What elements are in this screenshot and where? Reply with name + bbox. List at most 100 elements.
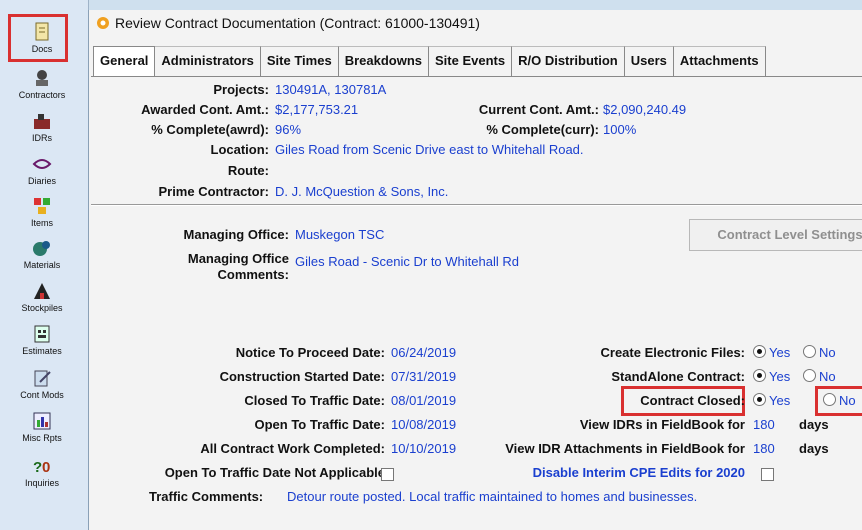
open-traffic-na-checkbox[interactable]: [381, 468, 394, 481]
document-icon: [35, 22, 49, 41]
location-value: Giles Road from Scenic Drive east to Whi…: [275, 142, 584, 157]
view-idrs-label: View IDRs in FieldBook for: [579, 417, 745, 432]
office-comments-label-line2: Comments:: [217, 267, 289, 282]
tab-breakdowns[interactable]: Breakdowns: [338, 46, 429, 76]
diary-icon: [32, 159, 52, 169]
svg-text:0: 0: [42, 459, 50, 476]
pct-complete-curr-label: % Complete(curr):: [486, 122, 599, 137]
traffic-comments-value: Detour route posted. Local traffic maint…: [287, 489, 698, 504]
app-icon: [97, 17, 109, 29]
misc-reports-icon: [33, 412, 51, 430]
sidebar-item-label: Misc Rpts: [22, 433, 62, 443]
create-files-no-label: No: [819, 345, 836, 360]
ntp-date-value: 06/24/2019: [391, 345, 457, 360]
sidebar-item-label: Docs: [31, 44, 53, 54]
contractor-icon: [36, 70, 48, 86]
sidebar-item-docs[interactable]: Docs: [0, 16, 84, 62]
estimates-icon: [34, 325, 50, 343]
standalone-no-label: No: [819, 369, 836, 384]
all-work-completed-label: All Contract Work Completed:: [200, 441, 385, 456]
sidebar-item-diaries[interactable]: Diaries: [0, 148, 84, 194]
disable-cpe-label: Disable Interim CPE Edits for 2020: [532, 465, 745, 480]
sidebar-item-cont-mods[interactable]: Cont Mods: [0, 362, 84, 408]
sidebar-item-label: IDRs: [32, 133, 52, 143]
title-bar: Review Contract Documentation (Contract:…: [89, 10, 862, 36]
sidebar-item-label: Diaries: [27, 176, 56, 186]
projects-label: Projects:: [213, 82, 269, 97]
sidebar-item-inquiries[interactable]: ? 0 Inquiries: [0, 450, 84, 496]
construction-started-label: Construction Started Date:: [219, 369, 385, 384]
tab-general[interactable]: General: [93, 46, 156, 76]
prime-contractor-value: D. J. McQuestion & Sons, Inc.: [275, 184, 449, 199]
stockpile-icon: [34, 283, 50, 299]
sidebar-item-contractors[interactable]: Contractors: [0, 62, 84, 108]
prime-contractor-label: Prime Contractor:: [158, 184, 269, 199]
standalone-yes-radio[interactable]: Yes: [753, 369, 790, 384]
inquiries-icon: ? 0: [33, 459, 50, 476]
open-to-traffic-value: 10/08/2019: [391, 417, 457, 432]
contract-mods-icon: [34, 370, 51, 387]
tab-ro-distribution[interactable]: R/O Distribution: [512, 46, 625, 76]
standalone-yes-label: Yes: [769, 369, 791, 384]
sidebar-item-label: Stockpiles: [21, 303, 63, 313]
general-panel: Projects: 130491A, 130781A Awarded Cont.…: [91, 76, 862, 530]
standalone-no-radio[interactable]: No: [803, 369, 836, 384]
tab-bar: General Administrators Site Times Breakd…: [93, 46, 766, 76]
location-label: Location:: [210, 142, 270, 157]
sidebar-item-estimates[interactable]: Estimates: [0, 318, 84, 364]
current-amount-label: Current Cont. Amt.:: [478, 102, 599, 117]
office-comments-value: Giles Road - Scenic Dr to Whitehall Rd: [295, 254, 519, 269]
managing-office-value: Muskegon TSC: [295, 227, 385, 242]
route-label: Route:: [227, 163, 269, 178]
tab-users[interactable]: Users: [624, 46, 674, 76]
tab-site-times[interactable]: Site Times: [260, 46, 339, 76]
closed-to-traffic-value: 08/01/2019: [391, 393, 457, 408]
svg-text:?: ?: [33, 459, 42, 476]
pct-complete-awrd-value: 96%: [275, 122, 302, 137]
current-amount-value: $2,090,240.49: [603, 102, 687, 117]
sidebar-item-label: Estimates: [22, 346, 62, 356]
create-files-no-radio[interactable]: No: [803, 345, 836, 360]
awarded-amount-label: Awarded Cont. Amt.:: [141, 102, 269, 117]
items-icon: [34, 198, 50, 214]
create-files-yes-label: Yes: [769, 345, 791, 360]
view-attachments-days-label: days: [799, 441, 829, 456]
contract-closed-label: Contract Closed:: [640, 393, 745, 408]
disable-cpe-checkbox[interactable]: [761, 468, 774, 481]
create-files-label: Create Electronic Files:: [600, 345, 746, 360]
traffic-comments-label: Traffic Comments:: [149, 489, 264, 504]
tab-attachments[interactable]: Attachments: [673, 46, 766, 76]
view-attachments-label: View IDR Attachments in FieldBook for: [505, 441, 745, 456]
projects-value: 130491A, 130781A: [275, 82, 387, 97]
tab-administrators[interactable]: Administrators: [155, 46, 261, 76]
construction-started-value: 07/31/2019: [391, 369, 457, 384]
sidebar-item-stockpiles[interactable]: Stockpiles: [0, 275, 84, 321]
pct-complete-awrd-label: % Complete(awrd):: [151, 122, 269, 137]
section-divider: [91, 204, 862, 206]
contract-closed-yes-label: Yes: [769, 393, 791, 408]
sidebar-item-items[interactable]: Items: [0, 190, 84, 236]
view-idrs-value: 180: [753, 417, 775, 432]
view-idrs-days-label: days: [799, 417, 829, 432]
awarded-amount-value: $2,177,753.21: [275, 102, 359, 117]
contract-closed-yes-radio[interactable]: Yes: [753, 393, 790, 408]
view-attachments-value: 180: [753, 441, 775, 456]
open-to-traffic-label: Open To Traffic Date:: [254, 417, 386, 432]
contract-level-settings-button[interactable]: Contract Level Settings: [689, 219, 862, 251]
contract-closed-no-radio[interactable]: No: [823, 393, 856, 408]
sidebar-item-idrs[interactable]: IDRs: [0, 105, 84, 151]
sidebar-item-misc-rpts[interactable]: Misc Rpts: [0, 405, 84, 451]
contract-closed-no-label: No: [839, 393, 856, 408]
ntp-date-label: Notice To Proceed Date:: [235, 345, 385, 360]
office-comments-label-line1: Managing Office: [187, 251, 289, 266]
tab-site-events[interactable]: Site Events: [429, 46, 513, 76]
create-files-yes-radio[interactable]: Yes: [753, 345, 790, 360]
sidebar-item-materials[interactable]: Materials: [0, 232, 84, 278]
standalone-label: StandAlone Contract:: [611, 369, 745, 384]
open-traffic-na-label: Open To Traffic Date Not Applicable: [164, 465, 385, 480]
sidebar-item-label: Contractors: [18, 90, 66, 100]
sidebar-item-label: Materials: [23, 260, 61, 270]
pct-complete-curr-value: 100%: [603, 122, 637, 137]
sidebar-item-label: Cont Mods: [20, 390, 64, 400]
contract-window: Review Contract Documentation (Contract:…: [88, 10, 862, 530]
